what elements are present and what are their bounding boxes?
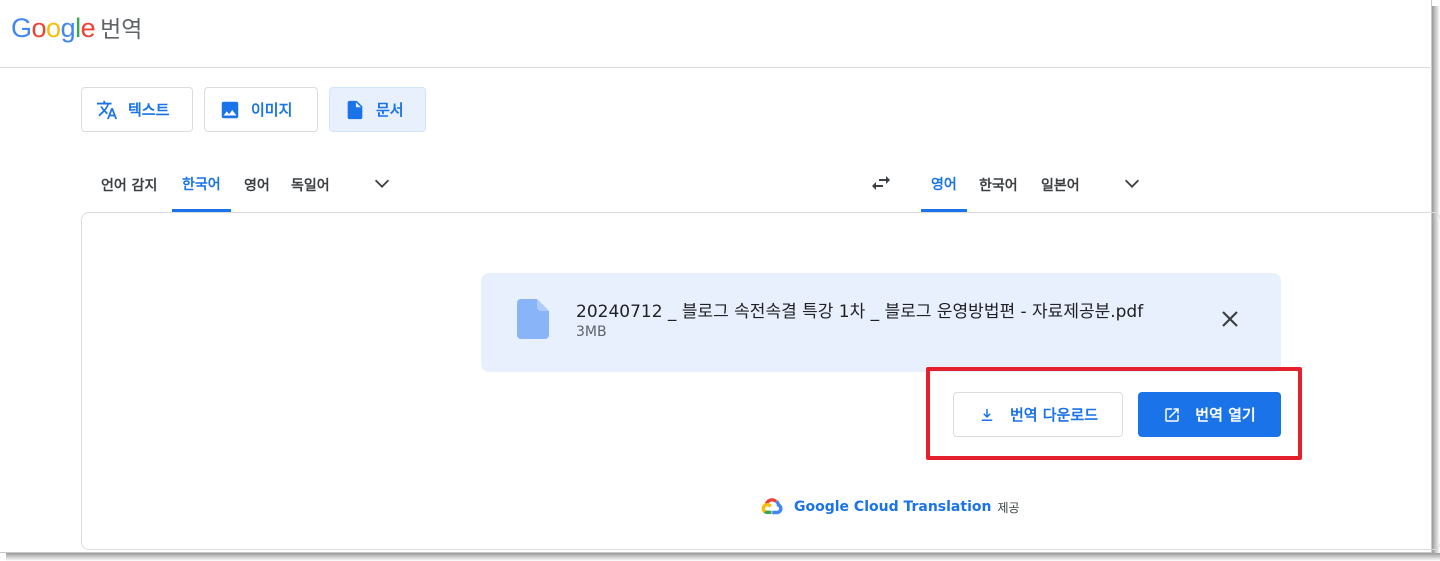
mode-image-label: 이미지: [251, 101, 293, 119]
chevron-down-icon: [374, 179, 390, 188]
source-lang-german[interactable]: 독일어: [281, 158, 340, 212]
target-lang-label: 영어: [931, 176, 957, 193]
file-name: 20240712 _ 블로그 속전속결 특강 1차 _ 블로그 운영방법편 - …: [576, 302, 1144, 322]
mode-document-button[interactable]: 문서: [329, 87, 426, 132]
mode-text-button[interactable]: 텍스트: [81, 87, 193, 132]
remove-file-button[interactable]: [1217, 306, 1243, 332]
target-lang-label: 일본어: [1041, 178, 1080, 194]
attribution-suffix: 제공: [997, 500, 1020, 515]
swap-icon: [872, 176, 890, 190]
target-lang-japanese[interactable]: 일본어: [1031, 158, 1090, 212]
target-lang-english[interactable]: 영어: [921, 158, 967, 212]
google-wordmark: Google: [11, 13, 96, 43]
source-lang-korean[interactable]: 한국어: [172, 158, 231, 212]
source-lang-label: 언어 감지: [101, 178, 158, 194]
file-size: 3MB: [576, 324, 607, 340]
file-card: 20240712 _ 블로그 속전속결 특강 1차 _ 블로그 운영방법편 - …: [481, 273, 1281, 372]
translate-icon: [96, 100, 118, 119]
mode-document-label: 문서: [376, 101, 404, 119]
file-icon: [517, 299, 549, 339]
attribution-brand: Google Cloud Translation: [794, 499, 992, 515]
source-lang-label: 독일어: [291, 178, 330, 194]
image-icon: [221, 101, 239, 118]
source-lang-label: 한국어: [182, 176, 221, 193]
target-lang-korean[interactable]: 한국어: [969, 158, 1028, 212]
source-lang-detect[interactable]: 언어 감지: [91, 158, 167, 212]
document-icon: [347, 100, 363, 119]
swap-languages-button[interactable]: [864, 168, 898, 198]
mode-image-button[interactable]: 이미지: [204, 87, 318, 132]
google-cloud-icon: [761, 498, 783, 515]
mode-text-label: 텍스트: [128, 101, 170, 119]
cloud-translation-attribution[interactable]: Google Cloud Translation 제공: [760, 496, 1020, 518]
window-shadow-bottom: [6, 553, 1440, 561]
source-lang-english[interactable]: 영어: [234, 158, 280, 212]
target-lang-more-button[interactable]: [1115, 168, 1149, 198]
source-lang-more-button[interactable]: [365, 168, 399, 198]
target-lang-label: 한국어: [979, 178, 1018, 194]
annotation-highlight-box: [926, 367, 1302, 460]
product-name: 번역: [100, 17, 143, 43]
chevron-down-icon: [1124, 179, 1140, 188]
close-icon: [1222, 311, 1238, 327]
header: Google 번역: [0, 0, 1432, 68]
google-translate-logo[interactable]: Google 번역: [11, 10, 142, 44]
source-lang-label: 영어: [244, 178, 270, 194]
